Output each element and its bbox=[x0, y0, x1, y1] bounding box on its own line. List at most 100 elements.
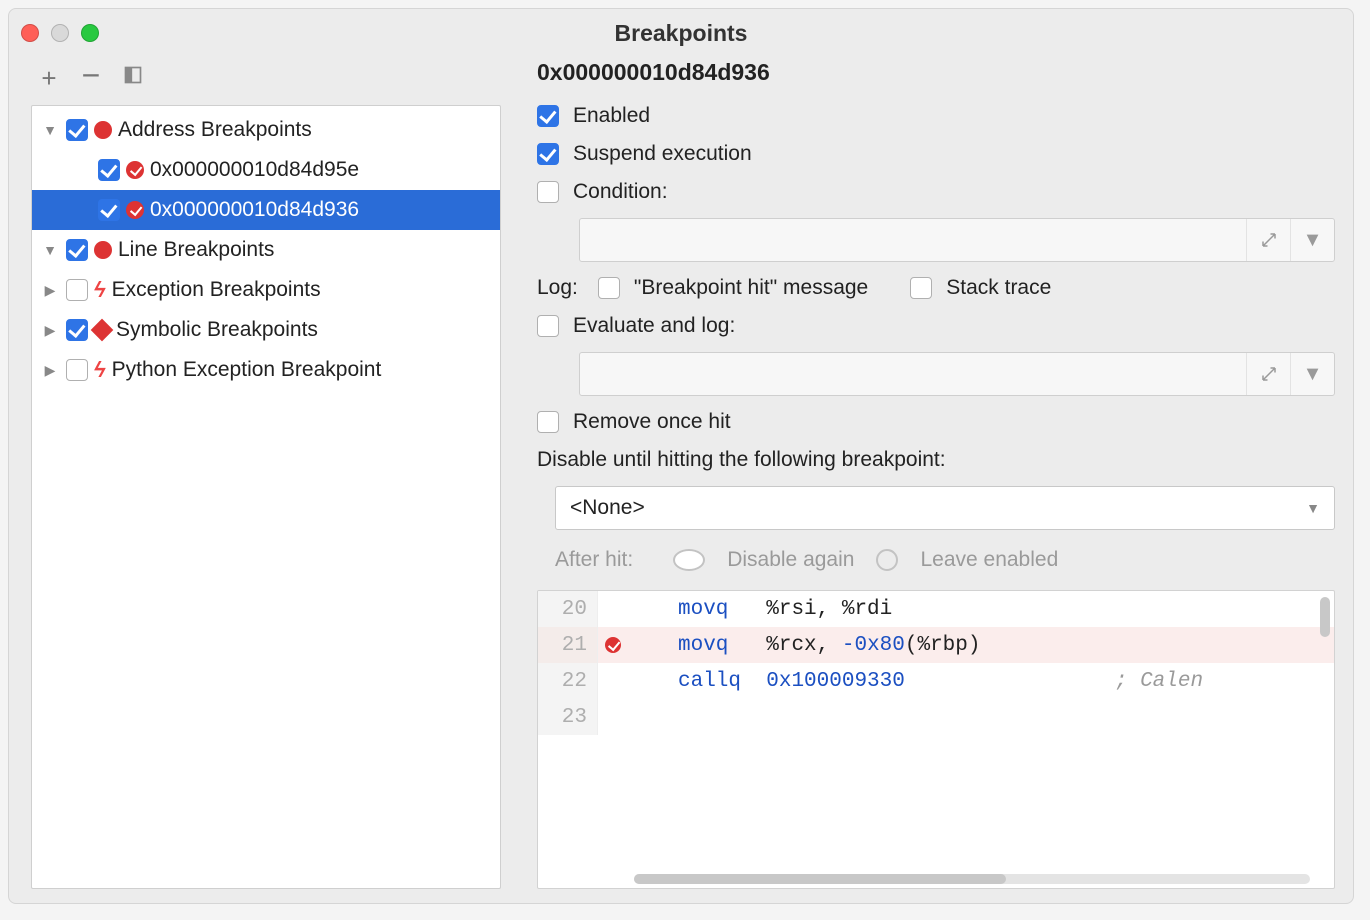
eval-label: Evaluate and log: bbox=[573, 314, 735, 338]
window-title: Breakpoints bbox=[9, 20, 1353, 47]
group-checkbox[interactable] bbox=[66, 119, 88, 141]
condition-label: Condition: bbox=[573, 180, 668, 204]
item-checkbox[interactable] bbox=[98, 199, 120, 221]
log-hit-checkbox[interactable] bbox=[598, 277, 620, 299]
breakpoint-detail-panel: 0x000000010d84d936 Enabled Suspend execu… bbox=[501, 57, 1335, 889]
code-preview[interactable]: 20 movq %rsi, %rdi 21 movq %rcx, -0x80(%… bbox=[537, 590, 1335, 889]
breakpoint-dot-icon bbox=[94, 121, 112, 139]
group-checkbox[interactable] bbox=[66, 359, 88, 381]
item-label: 0x000000010d84d936 bbox=[150, 198, 359, 222]
remove-option[interactable]: Remove once hit bbox=[537, 410, 1335, 434]
disable-until-value: <None> bbox=[570, 496, 645, 520]
after-hit-row: After hit: Disable again Leave enabled bbox=[555, 548, 1335, 572]
line-number: 21 bbox=[538, 627, 598, 663]
expand-icon[interactable]: ▼ bbox=[40, 122, 60, 138]
expand-icon[interactable]: ▶ bbox=[40, 282, 60, 299]
group-label: Line Breakpoints bbox=[118, 238, 274, 262]
disable-until-select[interactable]: <None> ▼ bbox=[555, 486, 1335, 530]
close-window-button[interactable] bbox=[21, 24, 39, 42]
condition-option[interactable]: Condition: bbox=[537, 180, 1335, 204]
expand-editor-icon[interactable] bbox=[1246, 353, 1290, 395]
tree-group-line[interactable]: ▼ Line Breakpoints bbox=[32, 230, 500, 270]
chevron-down-icon: ▼ bbox=[1306, 500, 1320, 516]
eval-input[interactable]: ▼ bbox=[579, 352, 1335, 396]
disable-until-label: Disable until hitting the following brea… bbox=[537, 448, 1335, 472]
after-disable-label: Disable again bbox=[727, 548, 854, 572]
expand-icon[interactable]: ▶ bbox=[40, 322, 60, 339]
line-number: 23 bbox=[538, 699, 598, 735]
vertical-scrollbar[interactable] bbox=[1320, 597, 1330, 637]
after-hit-label: After hit: bbox=[555, 548, 633, 572]
scrollbar-thumb[interactable] bbox=[634, 874, 1006, 884]
titlebar: Breakpoints bbox=[9, 9, 1353, 57]
group-label: Symbolic Breakpoints bbox=[116, 318, 318, 342]
add-breakpoint-button[interactable]: + bbox=[37, 68, 61, 88]
tree-group-exception[interactable]: ▶ ϟ Exception Breakpoints bbox=[32, 270, 500, 310]
log-stack-checkbox[interactable] bbox=[910, 277, 932, 299]
after-leave-label: Leave enabled bbox=[920, 548, 1058, 572]
eval-field-row: ▼ bbox=[579, 352, 1335, 396]
eval-text[interactable] bbox=[580, 353, 1246, 395]
remove-breakpoint-button[interactable]: − bbox=[79, 69, 103, 81]
remove-checkbox[interactable] bbox=[537, 411, 559, 433]
detail-title: 0x000000010d84d936 bbox=[537, 59, 1335, 86]
group-checkbox[interactable] bbox=[66, 279, 88, 301]
condition-input[interactable]: ▼ bbox=[579, 218, 1335, 262]
code-line-23: 23 bbox=[538, 699, 1334, 735]
line-number: 20 bbox=[538, 591, 598, 627]
item-checkbox[interactable] bbox=[98, 159, 120, 181]
breakpoint-diamond-icon bbox=[91, 319, 114, 342]
breakpoint-toolbar: + − bbox=[31, 57, 501, 105]
breakpoint-gutter-icon[interactable] bbox=[605, 637, 621, 653]
group-icon bbox=[123, 65, 143, 85]
code-line-21: 21 movq %rcx, -0x80(%rbp) bbox=[538, 627, 1334, 663]
breakpoint-dot-icon bbox=[94, 241, 112, 259]
group-label: Exception Breakpoints bbox=[112, 278, 321, 302]
suspend-checkbox[interactable] bbox=[537, 143, 559, 165]
group-by-button[interactable] bbox=[121, 65, 145, 91]
tree-group-address[interactable]: ▼ Address Breakpoints bbox=[32, 110, 500, 150]
horizontal-scrollbar[interactable] bbox=[634, 874, 1310, 884]
log-hit-label: "Breakpoint hit" message bbox=[634, 276, 868, 300]
tree-item-0x936[interactable]: 0x000000010d84d936 bbox=[32, 190, 500, 230]
minimize-window-button[interactable] bbox=[51, 24, 69, 42]
log-label: Log: bbox=[537, 276, 578, 300]
line-number: 22 bbox=[538, 663, 598, 699]
item-label: 0x000000010d84d95e bbox=[150, 158, 359, 182]
condition-field-row: ▼ bbox=[579, 218, 1335, 262]
expand-editor-icon[interactable] bbox=[1246, 219, 1290, 261]
condition-checkbox[interactable] bbox=[537, 181, 559, 203]
code-line-22: 22 callq 0x100009330; Calen bbox=[538, 663, 1334, 699]
zoom-window-button[interactable] bbox=[81, 24, 99, 42]
window-controls bbox=[21, 24, 99, 42]
lightning-icon: ϟ bbox=[92, 277, 108, 303]
tree-group-python-exception[interactable]: ▶ ϟ Python Exception Breakpoint bbox=[32, 350, 500, 390]
lightning-icon: ϟ bbox=[92, 357, 108, 383]
log-row: Log: "Breakpoint hit" message Stack trac… bbox=[537, 276, 1335, 300]
group-label: Address Breakpoints bbox=[118, 118, 312, 142]
condition-text[interactable] bbox=[580, 219, 1246, 261]
group-checkbox[interactable] bbox=[66, 319, 88, 341]
eval-option[interactable]: Evaluate and log: bbox=[537, 314, 1335, 338]
after-disable-radio[interactable] bbox=[673, 549, 705, 571]
expand-icon[interactable]: ▶ bbox=[40, 362, 60, 379]
enabled-checkbox[interactable] bbox=[537, 105, 559, 127]
group-label: Python Exception Breakpoint bbox=[112, 358, 382, 382]
history-dropdown-icon[interactable]: ▼ bbox=[1290, 353, 1334, 395]
breakpoints-dialog: Breakpoints + − ▼ Address Breakpoints bbox=[8, 8, 1354, 904]
breakpoint-check-icon bbox=[126, 201, 144, 219]
log-stack-label: Stack trace bbox=[946, 276, 1051, 300]
enabled-label: Enabled bbox=[573, 104, 650, 128]
enabled-option[interactable]: Enabled bbox=[537, 104, 1335, 128]
expand-icon[interactable]: ▼ bbox=[40, 242, 60, 258]
suspend-option[interactable]: Suspend execution bbox=[537, 142, 1335, 166]
tree-item-0x95e[interactable]: 0x000000010d84d95e bbox=[32, 150, 500, 190]
after-leave-radio[interactable] bbox=[876, 549, 898, 571]
breakpoint-check-icon bbox=[126, 161, 144, 179]
tree-group-symbolic[interactable]: ▶ Symbolic Breakpoints bbox=[32, 310, 500, 350]
history-dropdown-icon[interactable]: ▼ bbox=[1290, 219, 1334, 261]
breakpoint-tree[interactable]: ▼ Address Breakpoints 0x000000010d84d95e… bbox=[31, 105, 501, 889]
eval-checkbox[interactable] bbox=[537, 315, 559, 337]
code-line-20: 20 movq %rsi, %rdi bbox=[538, 591, 1334, 627]
group-checkbox[interactable] bbox=[66, 239, 88, 261]
